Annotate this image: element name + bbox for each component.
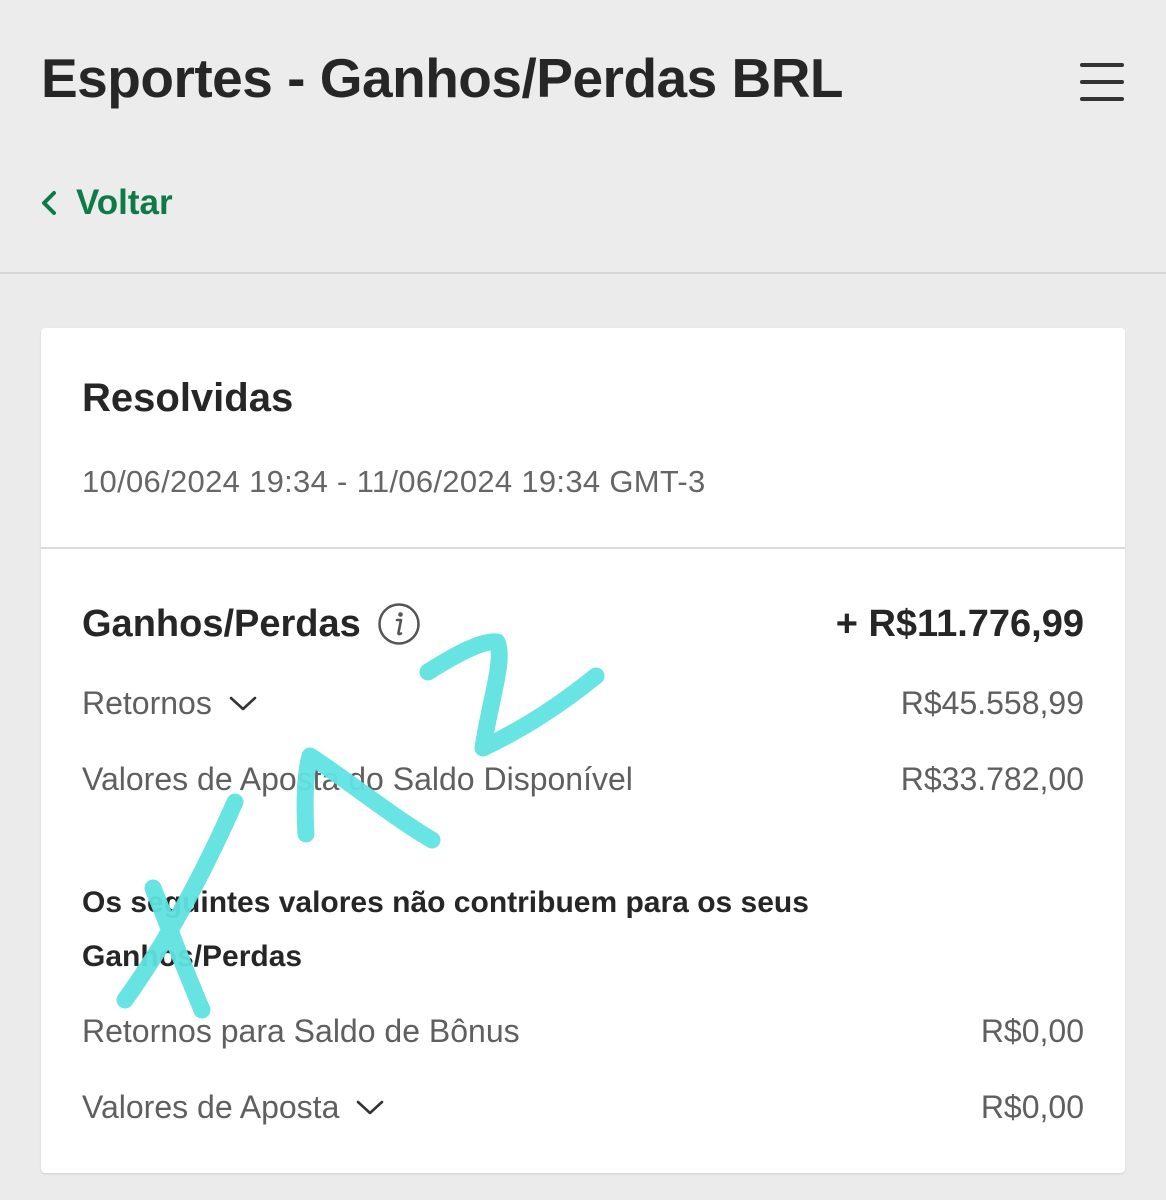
stake-values-label: Valores de Aposta do Saldo Disponível [82,760,633,797]
returns-value: R$45.558,99 [900,684,1084,721]
bonus-returns-label: Retornos para Saldo de Bônus [82,1012,520,1049]
date-range: 10/06/2024 19:34 - 11/06/2024 19:34 GMT-… [82,464,706,499]
stake-values-row: Valores de Aposta do Saldo Disponível R$… [82,756,1084,802]
returns-label-group: Retornos [82,685,258,722]
total-row: Ganhos/Perdas + R$11.776,99 [82,596,1084,652]
info-icon[interactable] [377,602,421,646]
page-header: Esportes - Ganhos/Perdas BRL Voltar [0,0,1166,274]
total-label: Ganhos/Perdas [82,602,361,645]
returns-row[interactable]: Retornos R$45.558,99 [82,680,1084,726]
menu-button[interactable] [1076,60,1128,108]
hamburger-menu-icon [1080,97,1124,101]
note-text: Os seguintes valores não contribuem para… [82,886,809,973]
card-title: Resolvidas [82,376,294,420]
bonus-stakes-label-group: Valores de Aposta [82,1089,385,1126]
chevron-down-icon[interactable] [355,1096,385,1118]
bonus-stakes-value: R$0,00 [980,1088,1084,1125]
back-label: Voltar [76,183,173,222]
total-value: + R$11.776,99 [835,602,1084,645]
bonus-stakes-label: Valores de Aposta [82,1088,340,1125]
summary-card: Resolvidas 10/06/2024 19:34 - 11/06/2024… [41,328,1125,1173]
bonus-stakes-row[interactable]: Valores de Aposta R$0,00 [82,1084,1084,1130]
divider [41,547,1125,549]
back-link[interactable]: Voltar [40,180,173,226]
total-label-group: Ganhos/Perdas [82,602,421,646]
bonus-returns-row: Retornos para Saldo de Bônus R$0,00 [82,1008,1084,1054]
stake-values-value: R$33.782,00 [900,760,1084,797]
page-title: Esportes - Ganhos/Perdas BRL [41,47,844,109]
returns-label: Retornos [82,684,212,721]
bonus-returns-value: R$0,00 [980,1012,1084,1049]
hamburger-menu-icon [1080,63,1124,67]
hamburger-menu-icon [1080,80,1124,84]
chevron-down-icon[interactable] [228,692,258,714]
chevron-left-icon [42,191,56,215]
